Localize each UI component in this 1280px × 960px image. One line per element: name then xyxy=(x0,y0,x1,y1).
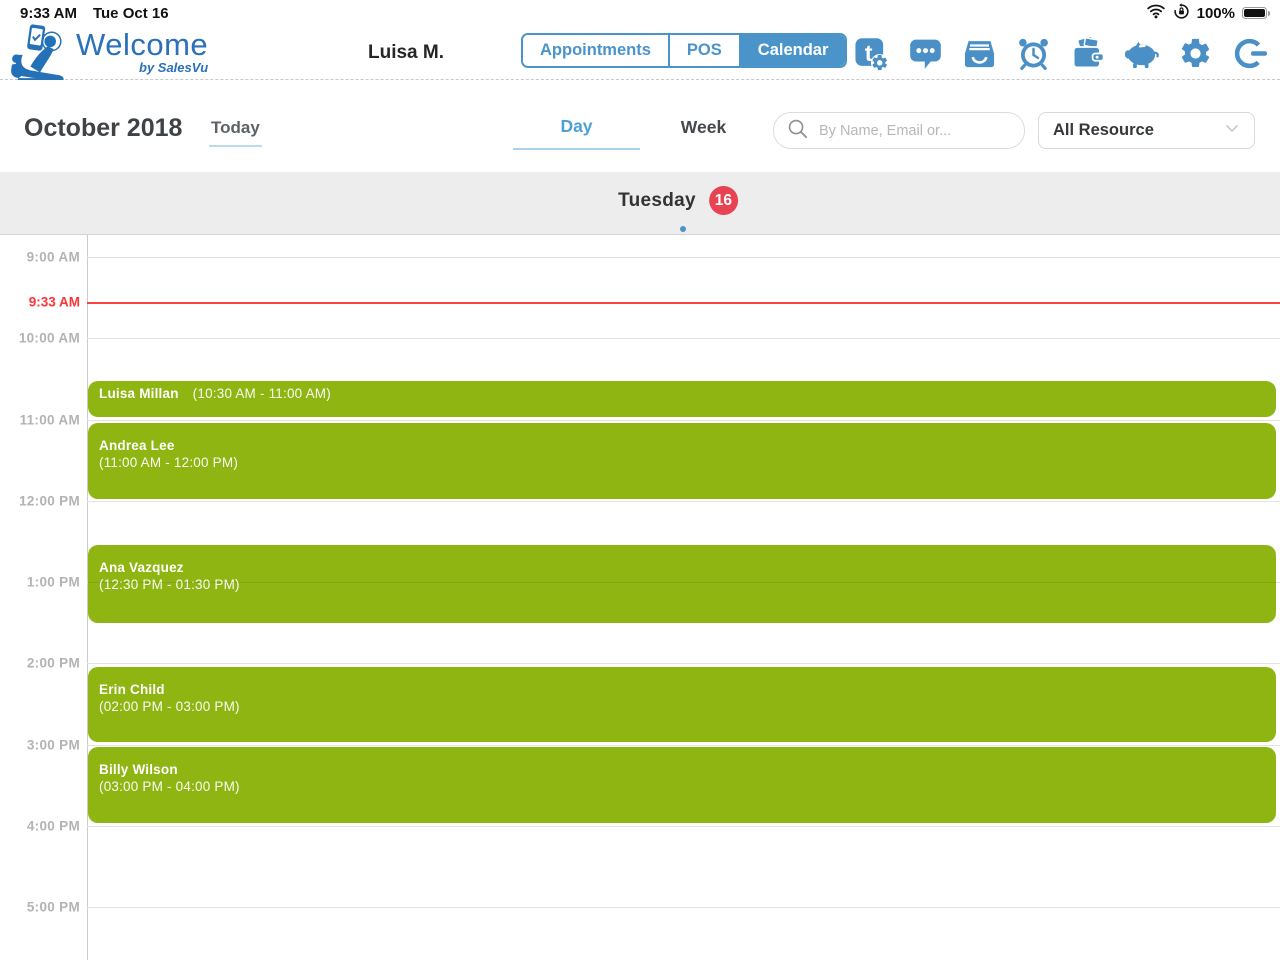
day-number-badge: 16 xyxy=(708,186,738,215)
hour-gridline xyxy=(87,907,1280,908)
day-schedule-grid[interactable]: 9:00 AM 10:00 AM 11:00 AM 12:00 PM 1:00 … xyxy=(0,235,1280,960)
search-box[interactable] xyxy=(773,112,1025,149)
hour-gridline xyxy=(87,338,1280,339)
hour-label: 12:00 PM xyxy=(19,493,80,509)
status-date: Tue Oct 16 xyxy=(92,4,169,22)
hour-label: 9:00 AM xyxy=(26,249,80,265)
hour-gridline xyxy=(87,420,1280,421)
today-button[interactable]: Today xyxy=(209,118,262,147)
weekday-label: Tuesday xyxy=(618,189,696,211)
page-indicator-dot xyxy=(680,226,686,232)
appointment-time: (12:30 PM - 01:30 PM) xyxy=(99,576,240,592)
appointment-name: Ana Vazquez xyxy=(99,560,184,575)
mode-switcher: Appointments POS Calendar xyxy=(521,33,848,68)
view-switcher: Day Week xyxy=(513,116,767,150)
hour-gridline xyxy=(87,745,1280,746)
battery-icon xyxy=(1242,7,1270,19)
month-title: October 2018 xyxy=(24,114,183,142)
app-screen: 9:33 AM Tue Oct 16 100% Welcome by Sales… xyxy=(0,0,1280,960)
appointment-erin-child[interactable]: Erin Child (02:00 PM - 03:00 PM) xyxy=(88,667,1276,742)
hour-gridline xyxy=(87,257,1280,258)
hour-label: 5:00 PM xyxy=(26,899,80,915)
battery-percent: 100% xyxy=(1196,4,1235,22)
messages-icon[interactable] xyxy=(907,35,944,72)
app-header: Welcome by SalesVu Luisa M. Appointments… xyxy=(0,24,1280,82)
text-gear-icon[interactable]: t xyxy=(853,35,890,72)
appointment-billy-wilson[interactable]: Billy Wilson (03:00 PM - 04:00 PM) xyxy=(88,747,1276,823)
logout-icon[interactable] xyxy=(1231,35,1268,72)
tab-pos[interactable]: POS xyxy=(669,35,741,66)
hour-gridline xyxy=(87,501,1280,502)
logo-title: Welcome xyxy=(76,27,209,62)
appointment-name: Luisa Millan xyxy=(99,386,179,401)
logo-subtitle: by SalesVu xyxy=(139,60,209,75)
resource-filter-dropdown[interactable]: All Resource xyxy=(1038,112,1255,149)
appointment-luisa-millan[interactable]: Luisa Millan (10:30 AM - 11:00 AM) xyxy=(88,381,1276,417)
appointment-ana-vazquez[interactable]: Ana Vazquez (12:30 PM - 01:30 PM) xyxy=(88,545,1276,623)
day-header[interactable]: Tuesday 16 xyxy=(0,172,1280,235)
appointment-name: Andrea Lee xyxy=(99,438,175,453)
appointment-time: (03:00 PM - 04:00 PM) xyxy=(99,778,240,794)
appointment-name: Billy Wilson xyxy=(99,762,178,777)
hour-label: 1:00 PM xyxy=(26,574,80,590)
hour-label: 10:00 AM xyxy=(18,330,80,346)
tab-calendar[interactable]: Calendar xyxy=(740,35,846,66)
hour-label: 3:00 PM xyxy=(26,737,80,753)
chevron-down-icon xyxy=(1222,118,1242,143)
alarm-clock-icon[interactable] xyxy=(1015,35,1052,72)
tab-appointments[interactable]: Appointments xyxy=(523,35,670,66)
appointment-time: (10:30 AM - 11:00 AM) xyxy=(192,386,331,401)
resource-filter-value: All Resource xyxy=(1053,121,1154,139)
appointment-andrea-lee[interactable]: Andrea Lee (11:00 AM - 12:00 PM) xyxy=(88,423,1276,499)
current-time-line xyxy=(87,302,1280,304)
archive-tray-icon[interactable] xyxy=(961,35,998,72)
search-icon xyxy=(786,117,809,145)
calendar-toolbar: October 2018 Today Day Week All Resource xyxy=(0,80,1280,172)
hour-gridline xyxy=(87,826,1280,827)
hour-gridline xyxy=(87,663,1280,664)
appointment-name: Erin Child xyxy=(99,682,165,697)
hour-label: 11:00 AM xyxy=(19,412,80,428)
status-time: 9:33 AM xyxy=(20,4,77,22)
piggy-bank-icon[interactable] xyxy=(1123,35,1160,72)
orientation-lock-icon xyxy=(1173,2,1190,24)
hour-label: 2:00 PM xyxy=(26,655,80,671)
header-icon-row: t xyxy=(853,30,1268,76)
hour-label: 4:00 PM xyxy=(26,818,80,834)
search-input[interactable] xyxy=(819,122,1012,139)
status-bar: 9:33 AM Tue Oct 16 100% xyxy=(0,0,1280,26)
salesvu-logo: Welcome by SalesVu xyxy=(10,24,208,87)
appointment-time: (02:00 PM - 03:00 PM) xyxy=(99,698,240,714)
salesvu-logo-illustration xyxy=(10,24,72,87)
wallet-icon[interactable] xyxy=(1069,35,1106,72)
wifi-icon xyxy=(1146,3,1166,23)
tab-day[interactable]: Day xyxy=(513,116,640,150)
appointment-time: (11:00 AM - 12:00 PM) xyxy=(99,454,239,470)
tab-week[interactable]: Week xyxy=(640,116,767,150)
user-name: Luisa M. xyxy=(368,41,445,63)
current-time-label: 9:33 AM xyxy=(0,294,80,310)
settings-gear-icon[interactable] xyxy=(1177,35,1214,72)
